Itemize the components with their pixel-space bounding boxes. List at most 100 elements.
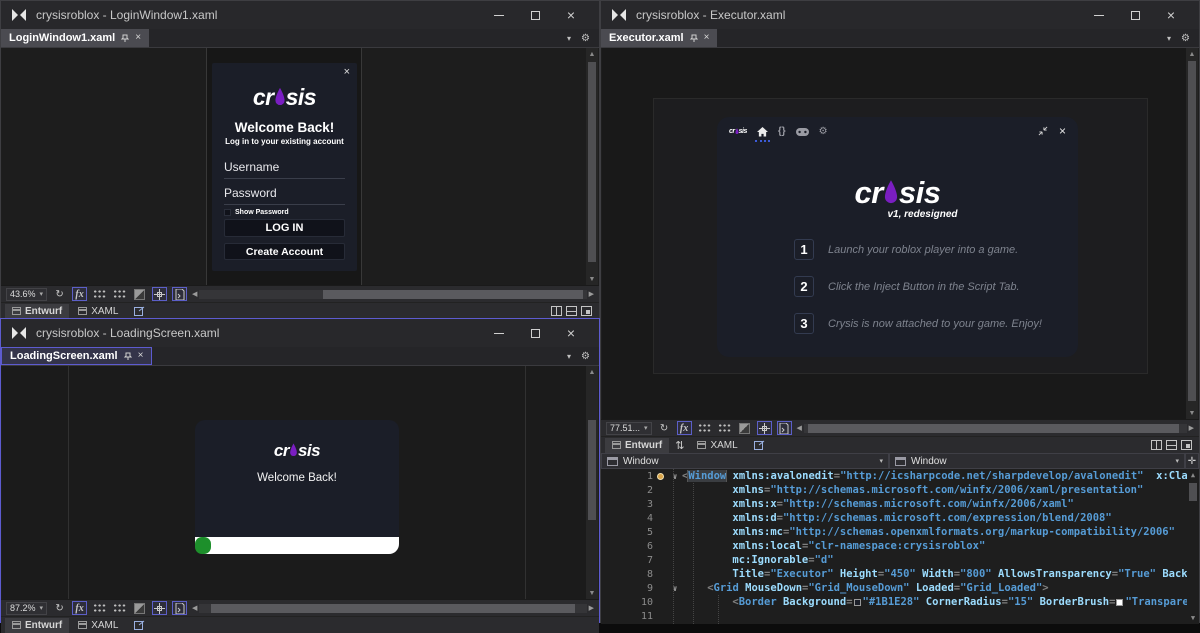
effects-toggle-button[interactable]: fx bbox=[677, 421, 692, 435]
gear-icon[interactable]: ⚙ bbox=[581, 351, 590, 362]
scroll-up-icon[interactable]: ▲ bbox=[1189, 48, 1196, 60]
design-vertical-scrollbar[interactable]: ▲ ▼ bbox=[1186, 48, 1198, 419]
scroll-down-icon[interactable]: ▼ bbox=[589, 273, 596, 285]
design-surface[interactable]: cr sis {} ⚙ × cr sis bbox=[602, 48, 1198, 419]
refresh-button[interactable]: ↻ bbox=[52, 601, 67, 615]
zoom-select[interactable]: 43.6%▾ bbox=[6, 288, 47, 301]
zoom-select[interactable]: 87.2%▾ bbox=[6, 602, 47, 615]
project-code-toggle-button[interactable] bbox=[172, 287, 187, 301]
design-surface[interactable]: × cr sis Welcome Back! Log in to your ex… bbox=[2, 48, 598, 285]
minimize-button[interactable] bbox=[481, 2, 517, 29]
refresh-button[interactable]: ↻ bbox=[52, 287, 67, 301]
popout-editor-button[interactable] bbox=[127, 618, 152, 633]
tab-loginwindow1[interactable]: LoginWindow1.xaml × bbox=[1, 29, 149, 47]
snap-grid-button[interactable] bbox=[717, 421, 732, 435]
scroll-left-icon[interactable]: ◀ bbox=[797, 424, 802, 432]
collapse-pane-icon[interactable] bbox=[581, 306, 592, 316]
scroll-left-icon[interactable]: ◀ bbox=[192, 604, 197, 612]
scroll-right-icon[interactable]: ▶ bbox=[1189, 424, 1194, 432]
breadcrumb-xaml-element[interactable]: Window ▾ bbox=[889, 453, 1185, 469]
snaplines-toggle-button[interactable] bbox=[757, 421, 772, 435]
scroll-left-icon[interactable]: ◀ bbox=[192, 290, 197, 298]
minimize-button[interactable] bbox=[481, 320, 517, 347]
code-line[interactable]: 5xmlns:mc="http://schemas.openxmlformats… bbox=[601, 525, 1199, 539]
vertical-split-icon[interactable] bbox=[551, 306, 562, 316]
maximize-button[interactable] bbox=[517, 320, 553, 347]
design-horizontal-scrollbar[interactable]: ◀ ▶ bbox=[797, 422, 1194, 435]
vertical-split-icon[interactable] bbox=[1151, 440, 1162, 450]
sync-selection-icon[interactable]: ✛ bbox=[1185, 453, 1199, 469]
code-line[interactable]: 8Title="Executor" Height="450" Width="80… bbox=[601, 567, 1199, 581]
scroll-up-icon[interactable]: ▲ bbox=[589, 48, 596, 60]
design-horizontal-scrollbar[interactable]: ◀ ▶ bbox=[192, 602, 594, 615]
code-line[interactable]: 7mc:Ignorable="d" bbox=[601, 553, 1199, 567]
project-code-toggle-button[interactable] bbox=[777, 421, 792, 435]
titlebar[interactable]: crysisroblox - LoginWindow1.xaml × bbox=[1, 1, 599, 29]
scroll-down-icon[interactable]: ▼ bbox=[1189, 407, 1196, 419]
pin-icon[interactable] bbox=[124, 352, 132, 361]
horizontal-split-icon[interactable] bbox=[1166, 440, 1177, 450]
tab-design-view[interactable]: Entwurf bbox=[5, 618, 69, 633]
close-button[interactable]: × bbox=[1153, 2, 1189, 29]
code-line[interactable]: 6xmlns:local="clr-namespace:crysisroblox… bbox=[601, 539, 1199, 553]
code-line[interactable]: 9∨<Grid MouseDown="Grid_MouseDown" Loade… bbox=[601, 581, 1199, 595]
scroll-up-icon[interactable]: ▲ bbox=[589, 366, 596, 378]
breadcrumb-design-element[interactable]: Window ▾ bbox=[601, 453, 889, 469]
maximize-button[interactable] bbox=[1117, 2, 1153, 29]
design-vertical-scrollbar[interactable]: ▲ ▼ bbox=[586, 48, 598, 285]
code-line[interactable]: 10<Border Background="#1B1E28" CornerRad… bbox=[601, 595, 1199, 609]
tab-close-icon[interactable]: × bbox=[704, 33, 710, 43]
code-line[interactable]: 12<Border x:Name="MainWindowButtonHolder… bbox=[601, 623, 1199, 624]
tab-loadingscreen[interactable]: LoadingScreen.xaml × bbox=[1, 347, 152, 365]
tab-list-chevron-icon[interactable]: ▾ bbox=[567, 34, 571, 43]
show-grid-button[interactable] bbox=[92, 287, 107, 301]
code-line[interactable]: 2xmlns="http://schemas.microsoft.com/win… bbox=[601, 483, 1199, 497]
tab-design-view[interactable]: Entwurf bbox=[5, 304, 69, 319]
code-vertical-scrollbar[interactable]: ▲ ▼ bbox=[1187, 469, 1199, 624]
scroll-right-icon[interactable]: ▶ bbox=[589, 604, 594, 612]
titlebar[interactable]: crysisroblox - LoadingScreen.xaml × bbox=[1, 319, 599, 347]
maximize-button[interactable] bbox=[517, 2, 553, 29]
xaml-code-editor[interactable]: 1∨<Window xmlns:avalonedit="http://icsha… bbox=[601, 469, 1199, 624]
code-line[interactable]: 1∨<Window xmlns:avalonedit="http://icsha… bbox=[601, 469, 1199, 483]
tab-xaml-view[interactable]: XAML bbox=[71, 304, 125, 319]
pin-icon[interactable] bbox=[121, 34, 129, 43]
snap-grid-button[interactable] bbox=[112, 601, 127, 615]
refresh-button[interactable]: ↻ bbox=[657, 421, 672, 435]
tab-design-view[interactable]: Entwurf bbox=[605, 438, 669, 453]
code-line[interactable]: 3xmlns:x="http://schemas.microsoft.com/w… bbox=[601, 497, 1199, 511]
gear-icon[interactable]: ⚙ bbox=[581, 33, 590, 44]
tab-list-chevron-icon[interactable]: ▾ bbox=[1167, 34, 1171, 43]
design-horizontal-scrollbar[interactable]: ◀ ▶ bbox=[192, 288, 594, 301]
show-grid-button[interactable] bbox=[697, 421, 712, 435]
tab-close-icon[interactable]: × bbox=[138, 351, 144, 361]
close-button[interactable]: × bbox=[553, 320, 589, 347]
effects-toggle-button[interactable]: fx bbox=[72, 601, 87, 615]
scroll-down-icon[interactable]: ▼ bbox=[589, 587, 596, 599]
code-line[interactable]: 11 bbox=[601, 609, 1199, 623]
snaplines-toggle-button[interactable] bbox=[152, 287, 167, 301]
minimize-button[interactable] bbox=[1081, 2, 1117, 29]
popout-editor-button[interactable] bbox=[127, 304, 152, 319]
show-grid-button[interactable] bbox=[92, 601, 107, 615]
artboard-background-button[interactable] bbox=[132, 287, 147, 301]
scroll-right-icon[interactable]: ▶ bbox=[589, 290, 594, 298]
code-line[interactable]: 4xmlns:d="http://schemas.microsoft.com/e… bbox=[601, 511, 1199, 525]
tab-close-icon[interactable]: × bbox=[135, 33, 141, 43]
tab-xaml-view[interactable]: XAML bbox=[690, 438, 744, 453]
titlebar[interactable]: crysisroblox - Executor.xaml × bbox=[601, 1, 1199, 29]
artboard-background-button[interactable] bbox=[737, 421, 752, 435]
collapse-pane-icon[interactable] bbox=[1181, 440, 1192, 450]
close-button[interactable]: × bbox=[553, 2, 589, 29]
project-code-toggle-button[interactable] bbox=[172, 601, 187, 615]
popout-editor-button[interactable] bbox=[747, 438, 772, 453]
snap-grid-button[interactable] bbox=[112, 287, 127, 301]
snaplines-toggle-button[interactable] bbox=[152, 601, 167, 615]
artboard-background-button[interactable] bbox=[132, 601, 147, 615]
design-vertical-scrollbar[interactable]: ▲ ▼ bbox=[586, 366, 598, 599]
scroll-up-icon[interactable]: ▲ bbox=[1191, 469, 1195, 481]
scroll-down-icon[interactable]: ▼ bbox=[1191, 612, 1195, 624]
lightbulb-icon[interactable] bbox=[657, 473, 664, 480]
fold-chevron-icon[interactable]: ∨ bbox=[668, 584, 682, 593]
tab-xaml-view[interactable]: XAML bbox=[71, 618, 125, 633]
